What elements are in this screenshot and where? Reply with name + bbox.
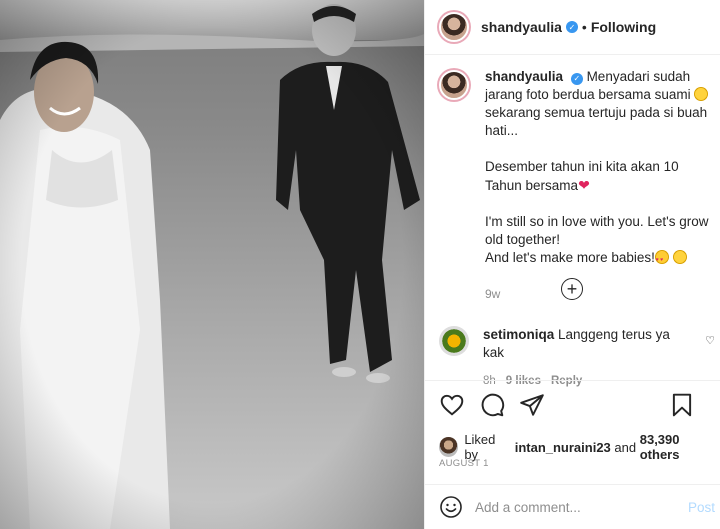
- comment-time[interactable]: 8h: [483, 372, 496, 390]
- author-username[interactable]: shandyaulia: [481, 19, 562, 35]
- post-header: shandyaulia ✓ • Following: [437, 8, 656, 46]
- comment-like-heart-icon[interactable]: ♡: [705, 334, 715, 347]
- verified-badge-icon: ✓: [570, 73, 583, 85]
- likes-middle: and: [614, 439, 637, 455]
- caption-username[interactable]: shandyaulia: [485, 69, 563, 84]
- commenter-avatar[interactable]: [439, 326, 469, 356]
- author-avatar[interactable]: [437, 10, 471, 44]
- post-caption: shandyaulia ✓ Menyadari sudah jarang fot…: [437, 68, 717, 303]
- caption-para1-b: sekarang semua tertuju pada si buah hati…: [485, 105, 708, 138]
- caption-avatar[interactable]: [437, 68, 471, 102]
- liker-avatar[interactable]: [439, 437, 459, 457]
- post-date[interactable]: AUGUST 1: [439, 458, 489, 469]
- post-photo: [0, 0, 424, 529]
- header-divider: [425, 54, 720, 55]
- comment-meta: 8h 9 likes Reply: [483, 372, 693, 390]
- post-panel: shandyaulia ✓ • Following shandyaulia ✓ …: [424, 0, 720, 529]
- liker-username[interactable]: intan_nuraini23: [515, 440, 611, 455]
- red-heart-emoji-icon: ❤: [578, 177, 590, 193]
- caption-para3: I'm still so in love with you. Let's gro…: [485, 214, 709, 247]
- smile-icon[interactable]: [439, 495, 463, 519]
- caption-text: shandyaulia ✓ Menyadari sudah jarang fot…: [485, 68, 717, 303]
- add-comment-row: Post: [439, 494, 715, 520]
- likes-others[interactable]: 83,390 others: [640, 432, 720, 462]
- grin-emoji-icon: [694, 87, 709, 101]
- following-button[interactable]: Following: [591, 19, 656, 35]
- caption-para4: And let's make more babies!: [485, 250, 655, 265]
- post-button[interactable]: Post: [688, 500, 715, 515]
- reply-button[interactable]: Reply: [551, 372, 582, 390]
- comment-likes[interactable]: 9 likes: [506, 372, 541, 390]
- heart-eyes-emoji-icon: [654, 250, 669, 269]
- plus-circle-icon[interactable]: +: [561, 278, 583, 300]
- verified-badge-icon: ✓: [565, 21, 578, 33]
- post-actions: [439, 392, 709, 418]
- paper-plane-icon[interactable]: [519, 392, 545, 418]
- heart-icon[interactable]: [439, 392, 465, 418]
- add-comment-divider: [425, 484, 720, 485]
- commenter-username[interactable]: setimoniqa: [483, 327, 554, 342]
- actions-divider: [425, 380, 720, 381]
- header-separator: •: [581, 19, 587, 35]
- comment-bubble-icon[interactable]: [479, 392, 505, 418]
- bookmark-icon[interactable]: [669, 392, 695, 418]
- caption-time[interactable]: 9w: [485, 285, 717, 303]
- wedding-photo-image: [0, 0, 424, 529]
- tongue-emoji-icon: [672, 250, 687, 264]
- comment-input[interactable]: [475, 499, 665, 515]
